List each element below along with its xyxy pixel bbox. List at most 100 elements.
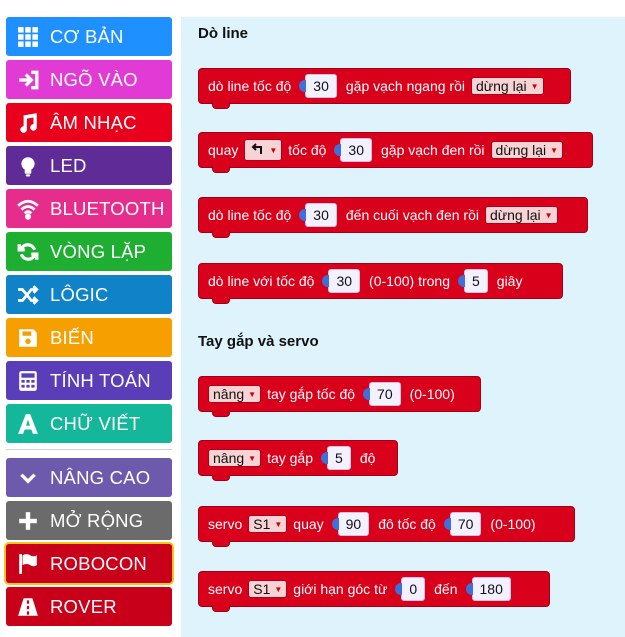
block-text: quay (208, 142, 239, 158)
min-angle-input[interactable]: 0 (395, 577, 426, 601)
category-shuffle[interactable]: LÔGIC (6, 275, 172, 314)
category-letter-a[interactable]: CHỮ VIẾT (6, 404, 172, 443)
section-heading-servo: Tay gắp và servo (198, 333, 319, 350)
speed-input[interactable]: 30 (322, 269, 361, 293)
speed-input[interactable]: 70 (363, 382, 401, 406)
servo-port-dropdown[interactable]: S1 ▼ (248, 515, 288, 533)
calculator-icon (15, 368, 41, 394)
block-turn-line[interactable]: quay ▼ tốc độ 30 gặp vạch đen rồi dừng l… (198, 132, 593, 173)
seconds-input[interactable]: 5 (458, 269, 488, 293)
action-dropdown[interactable]: dừng lại ▼ (490, 141, 564, 159)
shuffle-icon (15, 282, 41, 308)
block-gripper-angle[interactable]: nâng ▼ tay gắp 5 độ (198, 440, 398, 481)
category-music-note[interactable]: ÂM NHẠC (6, 103, 172, 142)
category-label: NGÕ VÀO (50, 68, 138, 90)
block-text: servo (208, 516, 243, 532)
block-text: gặp vạch ngang rồi (345, 78, 465, 94)
block-gripper-speed[interactable]: nâng ▼ tay gắp tốc độ 70 (0-100) (198, 376, 481, 417)
category-label: MỞ RỘNG (50, 509, 144, 531)
block-line-follow-horizontal[interactable]: dò line tốc độ 30 gặp vạch ngang rồi dừn… (198, 68, 571, 109)
action-dropdown[interactable]: dừng lại ▼ (484, 206, 558, 224)
block-text: gặp vạch đen rồi (381, 142, 485, 158)
block-text: dò line với tốc độ (208, 273, 315, 289)
category-label: VÒNG LẶP (50, 240, 147, 262)
letter-a-icon (15, 411, 41, 437)
speed-input[interactable]: 30 (334, 138, 372, 162)
blocks-workspace[interactable] (181, 17, 625, 637)
music-note-icon (15, 110, 41, 136)
speed-input[interactable]: 70 (443, 512, 482, 536)
servo-port-dropdown[interactable]: S1 ▼ (248, 580, 288, 598)
dropdown-caret-icon: ▼ (550, 145, 559, 155)
category-label: CƠ BẢN (50, 25, 124, 47)
section-heading-doline: Dò line (198, 25, 249, 42)
category-label: CHỮ VIẾT (50, 412, 141, 434)
refresh-icon (15, 239, 41, 265)
block-text: đến cuối vạch đen rồi (345, 207, 479, 223)
category-label: ROVER (50, 595, 117, 617)
plus-icon (15, 508, 41, 534)
toolbox-separator (6, 449, 172, 450)
block-servo-rotate[interactable]: servo S1 ▼ quay 90 đô tốc độ 70 (0-100) (198, 506, 575, 547)
category-lightbulb[interactable]: LED (6, 146, 172, 185)
category-flag[interactable]: ROBOCON (6, 544, 172, 583)
road-icon (15, 594, 41, 620)
category-chevron-down[interactable]: NÂNG CAO (6, 458, 172, 497)
block-text: (0-100) trong (369, 273, 450, 289)
gripper-action-dropdown[interactable]: nâng ▼ (208, 385, 262, 403)
block-servo-limit[interactable]: servo S1 ▼ giới hạn góc từ 0 đến 180 (198, 571, 550, 612)
save-icon (15, 325, 41, 351)
block-text: (0-100) (409, 386, 455, 402)
turn-direction-dropdown[interactable]: ▼ (244, 139, 283, 161)
block-text: đến (434, 581, 458, 597)
category-sign-in[interactable]: NGÕ VÀO (6, 60, 172, 99)
category-label: ROBOCON (50, 552, 147, 574)
category-refresh[interactable]: VÒNG LẶP (6, 232, 172, 271)
category-road[interactable]: ROVER (6, 587, 172, 626)
dropdown-caret-icon: ▼ (248, 389, 257, 399)
block-text: dò line tốc độ (208, 207, 292, 223)
dropdown-caret-icon: ▼ (274, 584, 283, 594)
block-text: tốc độ (288, 142, 327, 158)
gripper-action-dropdown[interactable]: nâng ▼ (208, 449, 262, 467)
block-text: giây (496, 273, 523, 289)
category-save[interactable]: BIẾN (6, 318, 172, 357)
block-text: tay gắp tốc độ (267, 386, 356, 402)
category-label: LÔGIC (50, 283, 109, 305)
turn-left-arrow-icon (249, 141, 265, 160)
block-text: đô tốc độ (378, 516, 436, 532)
category-plus[interactable]: MỞ RỘNG (6, 501, 172, 540)
chevron-down-icon (15, 465, 41, 491)
category-wifi[interactable]: BLUETOOTH (6, 189, 172, 228)
category-label: BLUETOOTH (50, 197, 165, 219)
dropdown-caret-icon: ▼ (269, 145, 278, 155)
wifi-icon (15, 196, 41, 222)
dropdown-caret-icon: ▼ (248, 453, 257, 463)
speed-input[interactable]: 30 (299, 74, 337, 98)
degrees-input[interactable]: 5 (321, 446, 351, 470)
block-text: servo (208, 581, 243, 597)
category-label: NÂNG CAO (50, 466, 151, 488)
block-text: (0-100) (490, 516, 536, 532)
category-calculator[interactable]: TÍNH TOÁN (6, 361, 172, 400)
block-line-follow-end[interactable]: dò line tốc độ 30 đến cuối vạch đen rồi … (198, 197, 588, 238)
block-line-follow-timed[interactable]: dò line với tốc độ 30 (0-100) trong 5 gi… (198, 263, 563, 304)
action-dropdown[interactable]: dừng lại ▼ (470, 77, 544, 95)
block-text: dò line tốc độ (208, 78, 292, 94)
category-label: TÍNH TOÁN (50, 369, 151, 391)
block-text: độ (359, 450, 376, 466)
max-angle-input[interactable]: 180 (465, 577, 511, 601)
lightbulb-icon (15, 153, 41, 179)
dropdown-caret-icon: ▼ (544, 210, 553, 220)
category-grid[interactable]: CƠ BẢN (6, 17, 172, 56)
angle-input[interactable]: 90 (331, 512, 370, 536)
block-text: quay (293, 516, 324, 532)
category-label: BIẾN (50, 326, 94, 348)
toolbox-sidebar: CƠ BẢN NGÕ VÀO ÂM NHẠC LED BLUETOOTH VÒNG LẶP… (0, 0, 180, 637)
dropdown-caret-icon: ▼ (274, 519, 283, 529)
grid-icon (15, 24, 41, 50)
block-text: tay gắp (267, 450, 314, 466)
speed-input[interactable]: 30 (299, 203, 337, 227)
sign-in-icon (15, 67, 41, 93)
category-label: LED (50, 154, 87, 176)
